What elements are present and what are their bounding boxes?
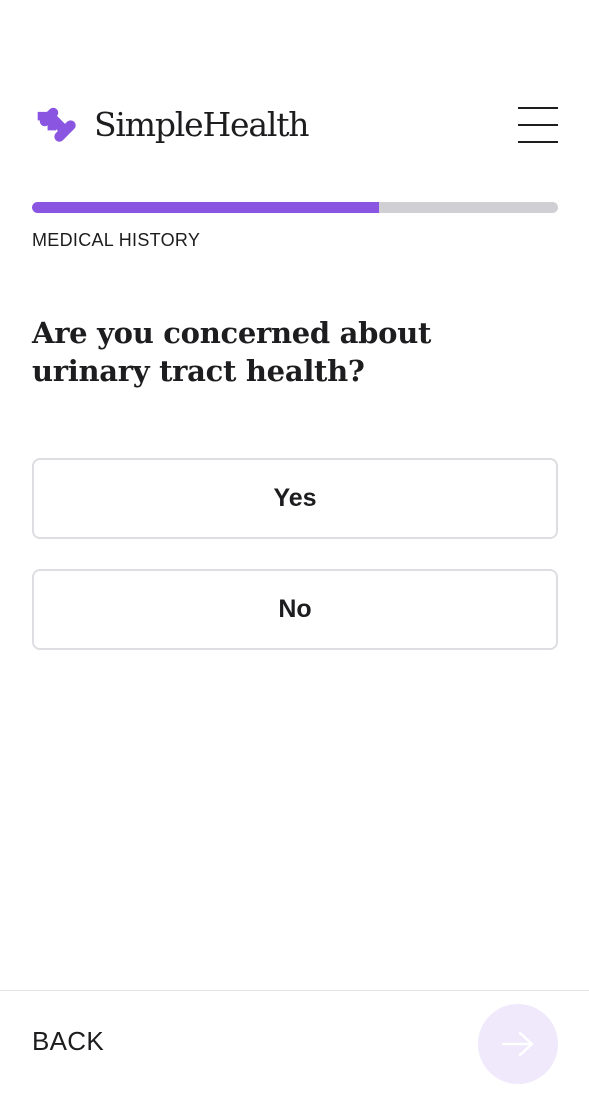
option-yes-button[interactable]: Yes [32, 458, 558, 539]
progress-bar [32, 202, 558, 213]
brand-logo[interactable]: SimpleHealth [32, 96, 310, 154]
app-header: SimpleHealth [32, 96, 558, 154]
option-no-button[interactable]: No [32, 569, 558, 650]
progress-bar-fill [32, 202, 380, 213]
question-title: Are you concerned about urinary tract he… [32, 316, 432, 388]
footer-divider [0, 990, 589, 991]
brand-name: SimpleHealth [94, 105, 310, 144]
menu-button[interactable] [518, 106, 558, 144]
next-button[interactable] [478, 1004, 558, 1084]
back-button[interactable]: BACK [32, 1026, 104, 1057]
chain-link-icon [37, 107, 76, 142]
arrow-right-icon [501, 1031, 534, 1057]
section-label: MEDICAL HISTORY [32, 230, 201, 250]
